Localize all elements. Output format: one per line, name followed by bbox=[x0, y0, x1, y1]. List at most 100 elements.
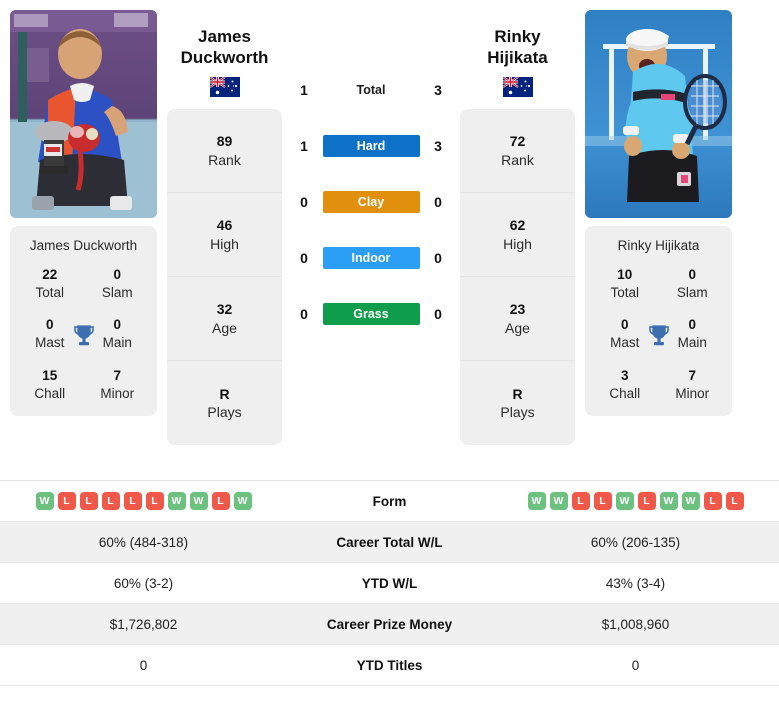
right-stat-age: 23 Age bbox=[460, 277, 575, 362]
h2h-left-score-clay: 0 bbox=[300, 194, 308, 210]
left-titles-chall: 15 Chall bbox=[34, 367, 66, 401]
right-player-photo[interactable] bbox=[585, 10, 732, 218]
left-player-last-name: Duckworth bbox=[180, 47, 269, 67]
h2h-left-score-total: 1 bbox=[300, 82, 308, 98]
form-badge-loss: L bbox=[725, 492, 744, 510]
form-badge-loss: L bbox=[57, 492, 76, 510]
left-stat-high: 46 High bbox=[167, 193, 282, 278]
right-ytd-wl: 43% (3-4) bbox=[605, 575, 666, 591]
form-badge-win: W bbox=[233, 492, 252, 510]
form-badge-loss: L bbox=[101, 492, 120, 510]
h2h-surface-clay[interactable]: Clay bbox=[322, 191, 420, 213]
right-player-name-caption: Rinky Hijikata bbox=[617, 238, 700, 253]
form-badge-loss: L bbox=[79, 492, 98, 510]
right-stat-rank: 72 Rank bbox=[460, 109, 575, 194]
h2h-surface-total: Total bbox=[356, 83, 386, 97]
right-stat-high: 62 High bbox=[460, 193, 575, 278]
right-player-first-name: Rinky bbox=[494, 27, 541, 46]
table-row-career-total-wl: 60% (484-318) Career Total W/L 60% (206-… bbox=[0, 522, 779, 563]
table-label-career-prize-money: Career Prize Money bbox=[326, 616, 453, 632]
h2h-right-score-clay: 0 bbox=[434, 194, 442, 210]
table-row-form: WLLLLLWWLW Form WWLLWLWWLL bbox=[0, 481, 779, 522]
form-badge-win: W bbox=[35, 492, 54, 510]
h2h-surface-grass[interactable]: Grass bbox=[322, 303, 420, 325]
form-badge-loss: L bbox=[593, 492, 612, 510]
form-badge-loss: L bbox=[145, 492, 164, 510]
right-player-column: Rinky Hijikata 10 Total 0 Slam 0 Mast 0 … bbox=[575, 10, 742, 417]
form-badge-win: W bbox=[549, 492, 568, 510]
right-stat-plays: R Plays bbox=[500, 385, 535, 421]
left-player-photo[interactable] bbox=[10, 10, 157, 218]
right-career-prize-money: $1,008,960 bbox=[601, 616, 670, 632]
left-stat-cards: 89 Rank 46 High 32 Age R Plays bbox=[167, 109, 282, 446]
form-badge-loss: L bbox=[703, 492, 722, 510]
left-stat-stack: James Duckworth 89 Rank 46 High 32 Age R… bbox=[167, 10, 282, 446]
left-ytd-wl: 60% (3-2) bbox=[113, 575, 174, 591]
table-row-ytd-titles: 0 YTD Titles 0 bbox=[0, 645, 779, 686]
form-badge-win: W bbox=[189, 492, 208, 510]
form-badge-loss: L bbox=[637, 492, 656, 510]
left-ytd-titles: 0 bbox=[139, 657, 148, 673]
h2h-row-grass: 0 Grass 0 bbox=[282, 286, 460, 342]
right-titles-chall: 3 Chall bbox=[609, 367, 641, 401]
table-row-ytd-wl: 60% (3-2) YTD W/L 43% (3-4) bbox=[0, 563, 779, 604]
right-form-cell: WWLLWLWWLL bbox=[492, 492, 779, 510]
left-titles-total: 22 Total bbox=[35, 267, 65, 300]
right-titles-grid: 10 Total 0 Slam 0 Mast 0 Main 3 Chall 7 … bbox=[591, 267, 726, 402]
form-badge-win: W bbox=[659, 492, 678, 510]
table-label-form: Form bbox=[372, 493, 407, 509]
h2h-surface-hard[interactable]: Hard bbox=[322, 135, 420, 157]
player-comparison-page: James Duckworth 22 Total 0 Slam 0 Mast 0… bbox=[0, 0, 779, 703]
left-titles-slam: 0 Slam bbox=[101, 267, 133, 300]
left-player-name-caption: James Duckworth bbox=[29, 238, 138, 253]
right-titles-slam: 0 Slam bbox=[676, 267, 708, 300]
h2h-right-score-grass: 0 bbox=[434, 306, 442, 322]
h2h-left-score-indoor: 0 bbox=[300, 250, 308, 266]
right-player-flag-wrap bbox=[460, 77, 575, 98]
right-titles-total: 10 Total bbox=[610, 267, 640, 300]
comparison-header: James Duckworth 22 Total 0 Slam 0 Mast 0… bbox=[0, 0, 779, 480]
left-stat-plays: R Plays bbox=[207, 385, 242, 421]
left-player-first-name: James bbox=[198, 27, 251, 46]
h2h-row-total: 1 Total 3 bbox=[282, 62, 460, 118]
left-form-cell: WLLLLLWWLW bbox=[0, 492, 287, 510]
left-player-flag-wrap bbox=[167, 77, 282, 98]
form-badge-win: W bbox=[615, 492, 634, 510]
table-label-ytd-titles: YTD Titles bbox=[356, 657, 423, 673]
h2h-right-score-hard: 3 bbox=[434, 138, 442, 154]
australia-flag-icon bbox=[209, 77, 240, 98]
form-badge-win: W bbox=[527, 492, 546, 510]
h2h-row-hard: 1 Hard 3 bbox=[282, 118, 460, 174]
h2h-right-score-indoor: 0 bbox=[434, 250, 442, 266]
trophy-icon bbox=[646, 323, 672, 349]
left-titles-minor: 7 Minor bbox=[100, 367, 135, 401]
left-titles-grid: 22 Total 0 Slam 0 Mast 0 Main 15 Chall 7… bbox=[16, 267, 151, 402]
h2h-left-score-grass: 0 bbox=[300, 306, 308, 322]
right-stat-cards: 72 Rank 62 High 23 Age R Plays bbox=[460, 109, 575, 446]
trophy-icon bbox=[71, 323, 97, 349]
right-player-last-name: Hijikata bbox=[487, 47, 548, 67]
form-badge-loss: L bbox=[123, 492, 142, 510]
form-badge-loss: L bbox=[211, 492, 230, 510]
left-stat-rank: 89 Rank bbox=[167, 109, 282, 194]
table-row-career-prize-money: $1,726,802 Career Prize Money $1,008,960 bbox=[0, 604, 779, 645]
table-label-ytd-wl: YTD W/L bbox=[361, 575, 418, 591]
form-badge-win: W bbox=[681, 492, 700, 510]
left-career-total-wl: 60% (484-318) bbox=[98, 534, 189, 550]
left-titles-card: James Duckworth 22 Total 0 Slam 0 Mast 0… bbox=[10, 226, 157, 417]
australia-flag-icon bbox=[502, 77, 533, 98]
comparison-table: WLLLLLWWLW Form WWLLWLWWLL 60% (484-318)… bbox=[0, 480, 779, 686]
right-career-total-wl: 60% (206-135) bbox=[590, 534, 681, 550]
head-to-head-panel: 1 Total 3 1 Hard 3 0 Clay 0 0 Indoor 0 0 bbox=[282, 10, 460, 342]
form-badge-loss: L bbox=[571, 492, 590, 510]
table-label-career-total-wl: Career Total W/L bbox=[336, 534, 443, 550]
h2h-row-indoor: 0 Indoor 0 bbox=[282, 230, 460, 286]
right-stat-stack: Rinky Hijikata 72 Rank 62 High 23 Age R … bbox=[460, 10, 575, 446]
form-badge-win: W bbox=[167, 492, 186, 510]
h2h-right-score-total: 3 bbox=[434, 82, 442, 98]
h2h-row-clay: 0 Clay 0 bbox=[282, 174, 460, 230]
right-titles-card: Rinky Hijikata 10 Total 0 Slam 0 Mast 0 … bbox=[585, 226, 732, 417]
left-player-column: James Duckworth 22 Total 0 Slam 0 Mast 0… bbox=[0, 10, 167, 417]
right-titles-minor: 7 Minor bbox=[675, 367, 710, 401]
h2h-surface-indoor[interactable]: Indoor bbox=[322, 247, 420, 269]
